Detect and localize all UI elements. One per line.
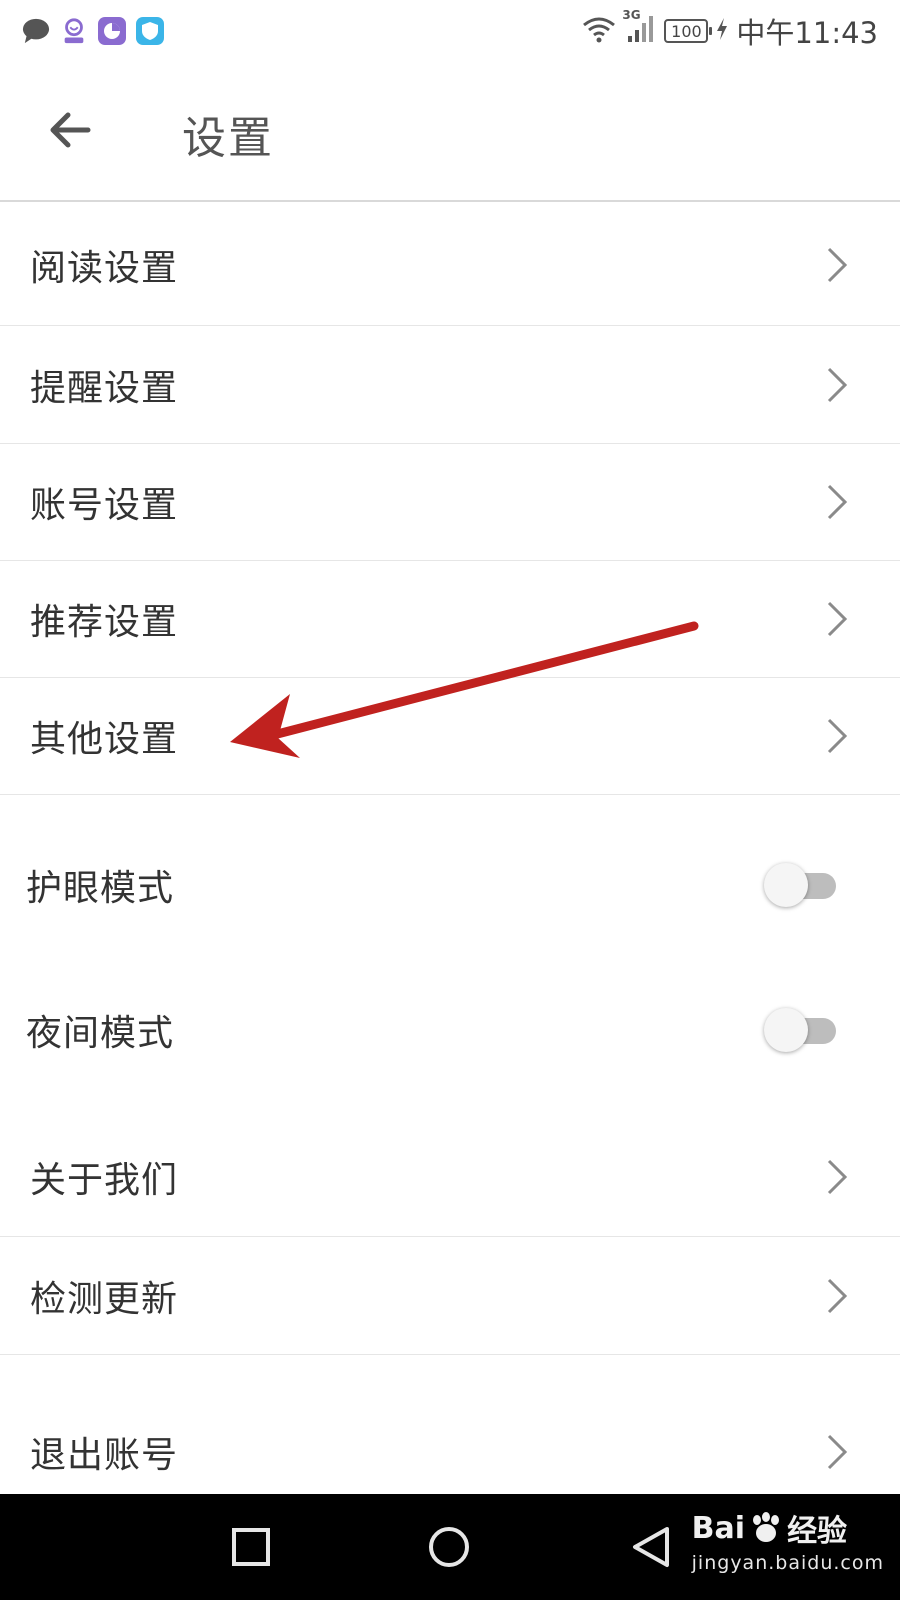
home-button[interactable]	[424, 1522, 474, 1572]
watermark-text-right: 经验	[787, 1514, 848, 1549]
circle-icon	[429, 1527, 469, 1567]
status-time: 中午11:43	[736, 16, 878, 50]
baidu-jingyan-watermark: Bai 经验 jingyan.baidu.com	[691, 1506, 884, 1575]
watermark-url: jingyan.baidu.com	[691, 1552, 884, 1574]
battery-icon: 100	[664, 19, 713, 43]
menu-item-recommend-settings[interactable]: 推荐设置	[0, 561, 900, 678]
toggle-label: 夜间模式	[26, 1013, 175, 1054]
chevron-right-icon	[822, 599, 852, 639]
shield-app-icon	[136, 17, 164, 45]
menu-item-about-us[interactable]: 关于我们	[0, 1118, 900, 1237]
menu-item-label: 关于我们	[30, 1160, 179, 1201]
toggle-label: 护眼模式	[26, 868, 175, 909]
menu-item-label: 提醒设置	[30, 367, 179, 409]
back-arrow-icon	[50, 112, 91, 148]
toggle-knob	[764, 1008, 808, 1052]
app-header: 设置	[0, 62, 900, 202]
chevron-right-icon	[822, 482, 852, 522]
network-type: 3G	[622, 8, 641, 22]
menu-item-other-settings[interactable]: 其他设置	[0, 678, 900, 795]
chevron-right-icon	[822, 1276, 852, 1316]
menu-item-label: 其他设置	[30, 719, 179, 760]
menu-item-reminder-settings[interactable]: 提醒设置	[0, 326, 900, 444]
profile-app-icon	[60, 17, 88, 45]
paw-icon	[753, 1512, 780, 1542]
chart-app-icon	[98, 17, 126, 45]
menu-item-reading-settings[interactable]: 阅读设置	[0, 205, 900, 326]
watermark-text-left: Bai	[691, 1510, 746, 1546]
night-mode-row: 夜间模式	[0, 960, 900, 1100]
page-title: 设置	[182, 113, 274, 164]
status-indicators: 3G 100 中午11:43	[582, 8, 878, 50]
menu-item-label: 账号设置	[30, 485, 179, 526]
chevron-right-icon	[822, 716, 852, 756]
menu-item-label: 阅读设置	[30, 248, 179, 289]
toggle-knob	[764, 863, 808, 907]
recent-apps-button[interactable]	[226, 1522, 276, 1572]
menu-item-label: 检测更新	[30, 1278, 179, 1320]
charging-icon	[716, 17, 728, 45]
chevron-right-icon	[822, 1157, 852, 1197]
menu-item-check-update[interactable]: 检测更新	[0, 1237, 900, 1355]
chevron-right-icon	[822, 1432, 852, 1472]
watermark-logo: Bai 经验	[692, 1506, 884, 1550]
system-nav-bar: Bai 经验 jingyan.baidu.com	[0, 1494, 900, 1600]
wifi-icon	[582, 15, 616, 47]
back-button[interactable]	[40, 100, 100, 160]
signal-icon: 3G	[622, 8, 656, 48]
triangle-back-icon	[633, 1527, 669, 1567]
square-icon	[232, 1528, 270, 1566]
notification-icons	[22, 14, 164, 48]
back-nav-button[interactable]	[626, 1522, 676, 1572]
eye-protection-mode-row: 护眼模式	[0, 815, 900, 955]
chevron-right-icon	[822, 365, 852, 405]
menu-item-label: 推荐设置	[30, 602, 179, 643]
menu-item-label: 退出账号	[30, 1435, 179, 1476]
eye-protection-toggle[interactable]	[764, 862, 842, 908]
menu-item-account-settings[interactable]: 账号设置	[0, 444, 900, 561]
message-icon	[22, 17, 50, 45]
battery-level: 100	[671, 21, 702, 41]
status-bar: 3G 100 中午11:43	[0, 0, 900, 62]
night-mode-toggle[interactable]	[764, 1007, 842, 1053]
chevron-right-icon	[822, 245, 852, 285]
